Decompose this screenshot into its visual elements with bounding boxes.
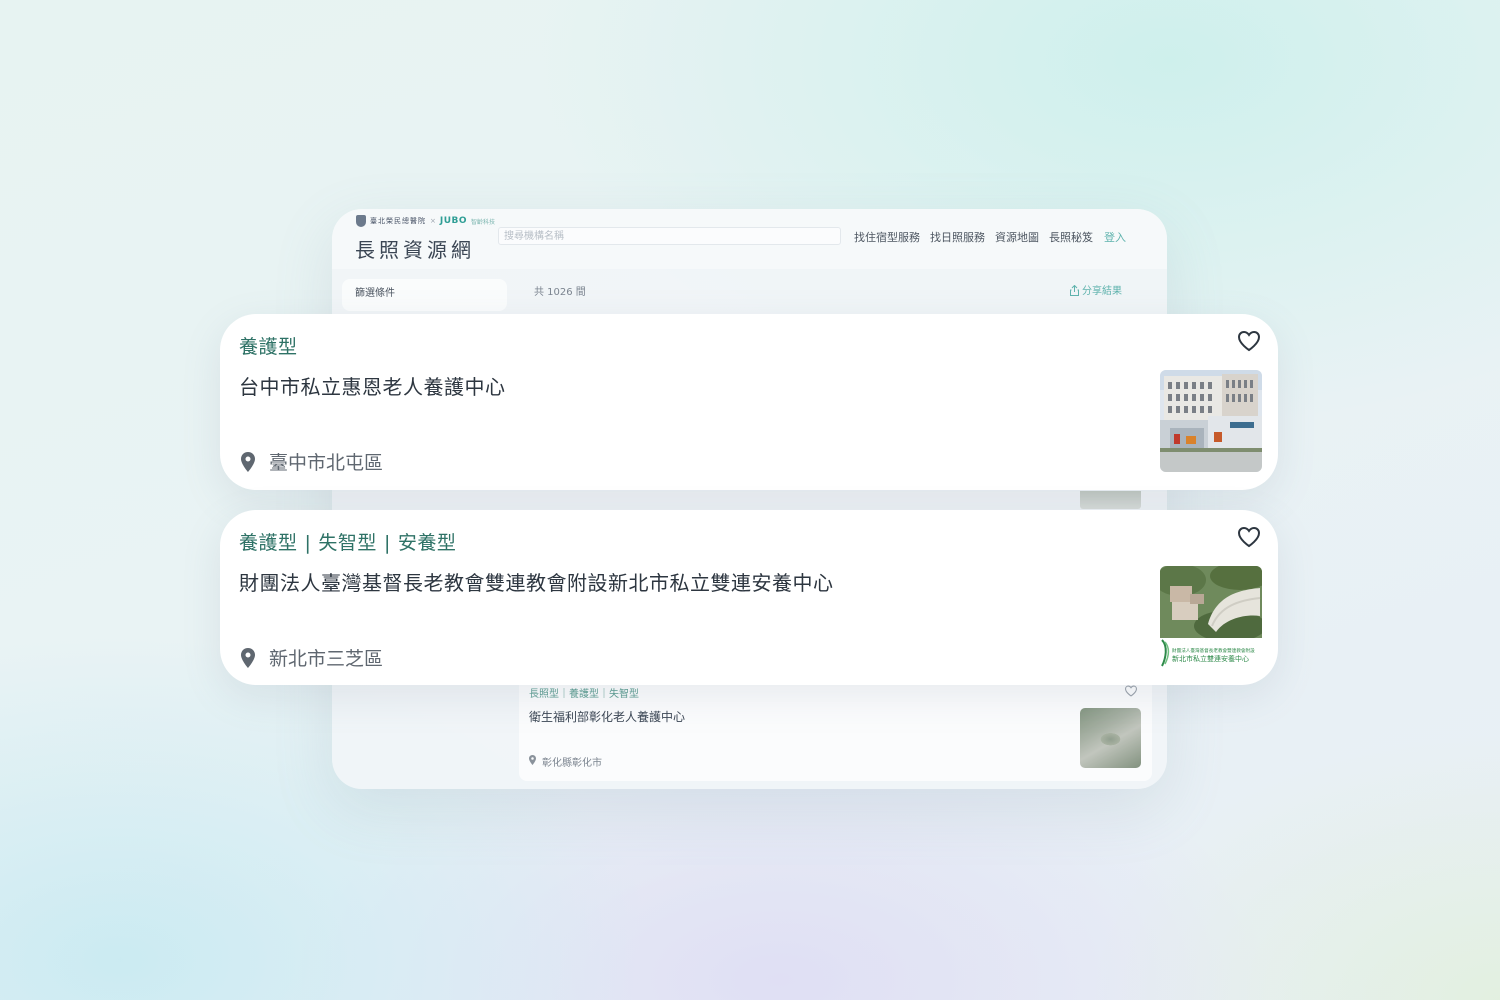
partner-logos: 臺北榮民總醫院 × JUBO 智齡科技: [356, 215, 495, 227]
listing-tags: 長照型｜養護型｜失智型: [529, 689, 639, 700]
list-item[interactable]: 長照型｜養護型｜失智型 衛生福利部彰化老人養護中心 彰化縣彰化市: [519, 676, 1152, 781]
facility-tags: 養護型 | 失智型 | 安養型: [239, 528, 456, 555]
facility-card[interactable]: 養護型 台中市私立惠恩老人養護中心 臺中市北屯區: [220, 314, 1278, 490]
result-count: 共 1026 間: [534, 287, 586, 298]
logo-separator: ×: [430, 217, 436, 225]
facility-name[interactable]: 財團法人臺灣基督長老教會雙連教會附設新北市私立雙連安養中心: [239, 567, 834, 596]
background-window: 臺北榮民總醫院 × JUBO 智齡科技 長照資源網 搜尋機構名稱 找住宿型服務 …: [332, 209, 1167, 789]
tag: 安養型: [397, 532, 457, 554]
nav-item-daycare[interactable]: 找日照服務: [930, 229, 985, 245]
facility-thumbnail[interactable]: 財團法人臺灣基督長老教會雙連教會附設 新北市私立雙連安養中心: [1160, 566, 1262, 668]
facility-card[interactable]: 養護型 | 失智型 | 安養型 財團法人臺灣基督長老教會雙連教會附設新北市私立雙連安養中…: [220, 510, 1278, 685]
listing-location: 彰化縣彰化市: [529, 754, 602, 769]
search-input[interactable]: 搜尋機構名稱: [498, 227, 841, 245]
tag-separator: |: [383, 532, 391, 554]
hidden-listing-thumbnail: [1080, 491, 1141, 509]
location-pin-icon: [241, 647, 255, 668]
hospital-logo-text: 臺北榮民總醫院: [370, 217, 426, 225]
filter-panel[interactable]: 篩選條件: [342, 279, 507, 311]
thumbnail-caption-line1: 財團法人臺灣基督長老教會雙連教會附設: [1172, 647, 1255, 654]
facility-location: 新北市三芝區: [241, 644, 383, 671]
tag-separator: |: [304, 532, 312, 554]
heart-icon[interactable]: [1237, 330, 1261, 356]
tag: 養護型: [239, 336, 298, 358]
location-pin-icon: [529, 755, 536, 768]
location-text: 彰化縣彰化市: [542, 758, 602, 769]
location-text: 臺中市北屯區: [269, 452, 384, 474]
share-label: 分享結果: [1082, 286, 1122, 297]
login-link[interactable]: 登入: [1104, 229, 1126, 245]
nav-item-guide[interactable]: 長照秘笈: [1049, 229, 1093, 245]
share-icon: [1070, 284, 1079, 296]
listing-name[interactable]: 衛生福利部彰化老人養護中心: [529, 708, 685, 725]
jubo-logo-text: JUBO: [439, 216, 468, 226]
tag: 養護型: [239, 532, 298, 554]
nav-item-resource-map[interactable]: 資源地圖: [995, 229, 1039, 245]
site-header: 臺北榮民總醫院 × JUBO 智齡科技 長照資源網 搜尋機構名稱 找住宿型服務 …: [332, 209, 1167, 269]
shield-logo-icon: [356, 215, 366, 227]
facility-name[interactable]: 台中市私立惠恩老人養護中心: [239, 371, 506, 400]
nav-item-residential[interactable]: 找住宿型服務: [854, 229, 920, 245]
site-title[interactable]: 長照資源網: [355, 234, 475, 263]
facility-tags: 養護型: [239, 332, 298, 359]
thumbnail-caption-line2: 新北市私立雙連安養中心: [1172, 654, 1249, 663]
top-nav: 找住宿型服務 找日照服務 資源地圖 長照秘笈 登入: [854, 229, 1126, 245]
listing-thumbnail[interactable]: [1080, 708, 1141, 768]
heart-icon[interactable]: [1237, 526, 1261, 552]
facility-location: 臺中市北屯區: [241, 448, 383, 475]
location-text: 新北市三芝區: [269, 648, 384, 670]
tag: 失智型: [318, 532, 377, 554]
share-button[interactable]: 分享結果: [1070, 282, 1122, 297]
location-pin-icon: [241, 451, 255, 472]
facility-thumbnail[interactable]: [1160, 370, 1262, 472]
jubo-logo-subtext: 智齡科技: [471, 218, 496, 226]
